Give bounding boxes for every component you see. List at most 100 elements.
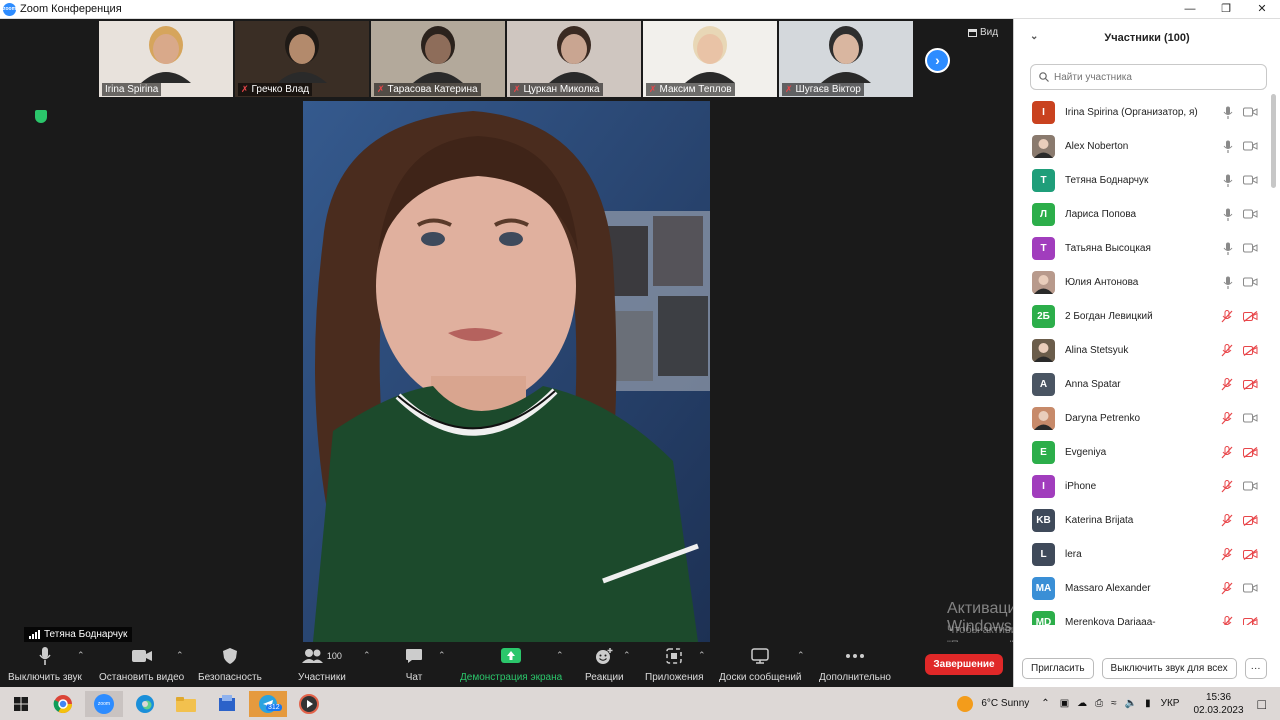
share-screen-button[interactable]: Демонстрация экрана <box>460 646 562 683</box>
participant-row[interactable]: Л Лариса Попова <box>1014 197 1272 231</box>
next-page-arrow-icon[interactable]: › <box>925 48 950 73</box>
mic-muted-icon: ✗ <box>649 84 657 94</box>
language-indicator[interactable]: УКР <box>1161 698 1180 709</box>
participant-row[interactable]: Alex Noberton <box>1014 129 1272 163</box>
participant-row[interactable]: KB Katerina Brijata <box>1014 503 1272 537</box>
torso-shape <box>141 72 191 83</box>
active-speaker-video <box>303 101 710 642</box>
share-options-chevron-icon[interactable]: ⌃ <box>556 650 564 661</box>
window-title: Zoom Конференция <box>20 3 122 15</box>
reactions-options-chevron-icon[interactable]: ⌃ <box>623 650 631 661</box>
video-off-icon <box>1243 344 1258 356</box>
participant-row[interactable]: I Irina Spirina (Организатор, я) <box>1014 95 1272 129</box>
volume-icon[interactable]: 🔈 <box>1125 698 1137 709</box>
tray-chevron-icon[interactable]: ⌃ <box>1041 698 1049 709</box>
participant-row[interactable]: MA Massaro Alexander <box>1014 571 1272 605</box>
weather-text[interactable]: 6°C Sunny <box>981 698 1029 709</box>
participant-list-scrollbar[interactable] <box>1271 94 1276 188</box>
mic-muted-icon: ✗ <box>241 84 249 94</box>
participant-video-tile[interactable]: ✗ Шугаєв Віктор <box>779 21 913 97</box>
search-input[interactable] <box>1054 71 1254 83</box>
video-camera-icon <box>1243 141 1258 151</box>
whiteboards-button[interactable]: Доски сообщений <box>719 646 802 683</box>
mic-muted-icon: ✗ <box>513 84 521 94</box>
chat-button[interactable]: Чат <box>405 646 423 683</box>
audio-options-chevron-icon[interactable]: ⌃ <box>77 650 85 661</box>
file-explorer-icon[interactable] <box>167 691 205 717</box>
reactions-button[interactable]: Реакции <box>585 646 624 683</box>
participant-row[interactable]: Alina Stetsyuk <box>1014 333 1272 367</box>
participant-row[interactable]: MD Merenkova Dariaaa- <box>1014 605 1272 625</box>
view-button[interactable]: Вид <box>968 27 998 38</box>
microphone-icon <box>1223 106 1233 119</box>
mute-button[interactable]: Выключить звук <box>8 646 82 683</box>
whiteboard-icon <box>751 648 770 664</box>
panel-more-button[interactable]: ··· <box>1244 657 1267 679</box>
participant-row[interactable]: Daryna Petrenko <box>1014 401 1272 435</box>
more-button[interactable]: Дополнительно <box>819 646 891 683</box>
participant-row[interactable]: E Evgeniya <box>1014 435 1272 469</box>
zoom-tray-icon[interactable]: ▣ <box>1060 698 1069 709</box>
mute-all-button[interactable]: Выключить звук для всех <box>1101 657 1237 679</box>
participant-video-tile[interactable]: ✗ Цуркан Миколка <box>507 21 641 97</box>
participants-options-chevron-icon[interactable]: ⌃ <box>363 650 371 661</box>
avatar: Т <box>1032 168 1055 192</box>
printer-icon[interactable]: ⎙ <box>1095 698 1103 709</box>
participant-row[interactable]: A Anna Spatar <box>1014 367 1272 401</box>
telegram-icon[interactable]: 312 <box>249 691 287 717</box>
participant-video-tile[interactable]: ✗ Тарасова Катерина <box>371 21 505 97</box>
windows-start-icon[interactable] <box>2 691 40 717</box>
participant-video-tile[interactable]: ✗ Максим Теплов <box>643 21 777 97</box>
microphone-icon <box>1223 208 1233 221</box>
video-off-icon <box>1243 548 1258 560</box>
encryption-shield-icon[interactable] <box>35 110 47 123</box>
end-meeting-button[interactable]: Завершение <box>925 654 1003 675</box>
participant-search-field[interactable] <box>1030 64 1267 90</box>
face-shape <box>561 34 587 64</box>
participant-row[interactable]: Llera <box>1014 537 1272 571</box>
participant-row[interactable]: Т Тетяна Боднарчук <box>1014 163 1272 197</box>
maximize-button[interactable]: ❐ <box>1208 0 1244 19</box>
whiteboards-options-chevron-icon[interactable]: ⌃ <box>797 650 805 661</box>
video-camera-icon <box>1243 583 1258 593</box>
battery-icon[interactable]: ▮ <box>1145 698 1151 709</box>
apps-options-chevron-icon[interactable]: ⌃ <box>698 650 706 661</box>
windows-app-icon[interactable] <box>208 691 246 717</box>
torso-shape <box>549 72 599 83</box>
notifications-icon[interactable]: □ <box>1258 696 1266 712</box>
apps-button[interactable]: Приложения <box>645 646 704 683</box>
face-shape <box>289 34 315 64</box>
security-button[interactable]: Безопасность <box>198 646 262 683</box>
participant-name: Лариса Попова <box>1065 208 1137 220</box>
apps-icon <box>666 648 682 664</box>
microphone-icon <box>1223 140 1233 153</box>
minimize-button[interactable]: — <box>1172 0 1208 19</box>
chrome-icon[interactable] <box>44 691 82 717</box>
wifi-icon[interactable]: ≈ <box>1111 698 1117 709</box>
chat-options-chevron-icon[interactable]: ⌃ <box>438 650 446 661</box>
edge-icon[interactable] <box>126 691 164 717</box>
participants-button[interactable]: 100 Участники <box>298 646 346 683</box>
participant-row[interactable]: IiPhone <box>1014 469 1272 503</box>
video-options-chevron-icon[interactable]: ⌃ <box>176 650 184 661</box>
participant-name-label: ✗ Цуркан Миколка <box>510 83 603 96</box>
participant-row[interactable]: Юлия Антонова <box>1014 265 1272 299</box>
participant-row[interactable]: 2Б 2 Богдан Левицкий <box>1014 299 1272 333</box>
mic-muted-icon: ✗ <box>377 84 385 94</box>
clock[interactable]: 15:36 02.03.2023 <box>1193 691 1243 717</box>
participant-video-tile[interactable]: ✗ Гречко Влад <box>235 21 369 97</box>
invite-button[interactable]: Пригласить <box>1022 657 1094 679</box>
onedrive-icon[interactable]: ☁ <box>1077 698 1087 709</box>
media-player-icon[interactable] <box>290 691 328 717</box>
participant-video-tile[interactable]: Irina Spirina <box>99 21 233 97</box>
stop-video-button[interactable]: Остановить видео <box>99 646 184 683</box>
close-button[interactable]: ✕ <box>1244 0 1280 19</box>
collapse-chevron-icon[interactable]: ⌄ <box>1030 31 1038 42</box>
avatar <box>1032 270 1055 294</box>
windows-taskbar: zoom 312 6°C Sunny ⌃ ▣ ☁ ⎙ ≈ 🔈 ▮ УКР 15:… <box>0 687 1280 720</box>
participant-name: Daryna Petrenko <box>1065 412 1141 424</box>
signal-bars-icon <box>29 630 40 639</box>
participant-row[interactable]: Т Татьяна Высоцкая <box>1014 231 1272 265</box>
zoom-taskbar-icon[interactable]: zoom <box>85 691 123 717</box>
torso-shape <box>821 72 871 83</box>
